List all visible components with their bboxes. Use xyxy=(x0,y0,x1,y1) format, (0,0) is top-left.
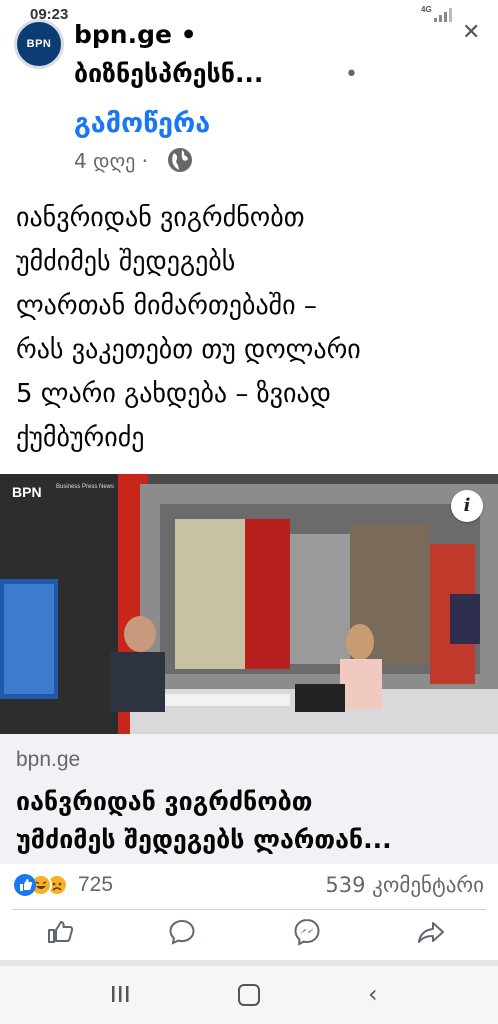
send-button[interactable] xyxy=(291,916,331,948)
divider xyxy=(12,909,486,910)
globe-icon xyxy=(168,148,192,172)
share-icon xyxy=(418,922,444,943)
recent-apps-icon[interactable] xyxy=(110,984,130,1004)
page-avatar[interactable]: BPN xyxy=(14,19,64,69)
page-name[interactable]: bpn.ge • xyxy=(74,20,197,50)
separator-dot: • xyxy=(345,62,358,87)
back-icon[interactable]: ‹ xyxy=(368,982,378,1006)
messenger-icon xyxy=(294,918,320,946)
like-reaction-icon xyxy=(14,874,36,896)
avatar-logo-text: BPN xyxy=(26,38,52,50)
post-text: იანვრიდან ვიგრძნობთ უმძიმეს შედეგებს ლარ… xyxy=(16,203,361,453)
follow-button[interactable]: გამოწერა xyxy=(74,106,210,142)
like-icon xyxy=(48,921,74,943)
tv-studio-photo xyxy=(0,474,498,734)
post-photo[interactable] xyxy=(0,474,498,734)
network-type: 4G xyxy=(421,5,432,14)
like-button[interactable] xyxy=(44,916,84,948)
page-name-full[interactable]: ბიზნესპრესნ... xyxy=(74,58,263,90)
info-icon[interactable]: i xyxy=(451,490,483,522)
bpn-watermark: BPN xyxy=(12,484,42,500)
home-icon[interactable] xyxy=(238,984,260,1006)
link-title[interactable]: იანვრიდან ვიგრძნობთ უმძიმეს შედეგებს ლარ… xyxy=(16,783,486,859)
reaction-count[interactable]: 725 xyxy=(78,873,113,897)
signal-icon xyxy=(434,8,452,22)
bpn-watermark-tagline: Business Press News xyxy=(56,484,115,490)
comment-icon xyxy=(169,919,195,945)
comment-count[interactable]: 539 კომენტარი xyxy=(325,873,484,897)
share-button[interactable] xyxy=(415,916,455,948)
close-icon[interactable]: ✕ xyxy=(462,22,480,44)
comment-button[interactable] xyxy=(166,916,206,948)
link-domain: bpn.ge xyxy=(16,748,81,771)
post-age[interactable]: 4 დღე · xyxy=(74,147,148,175)
